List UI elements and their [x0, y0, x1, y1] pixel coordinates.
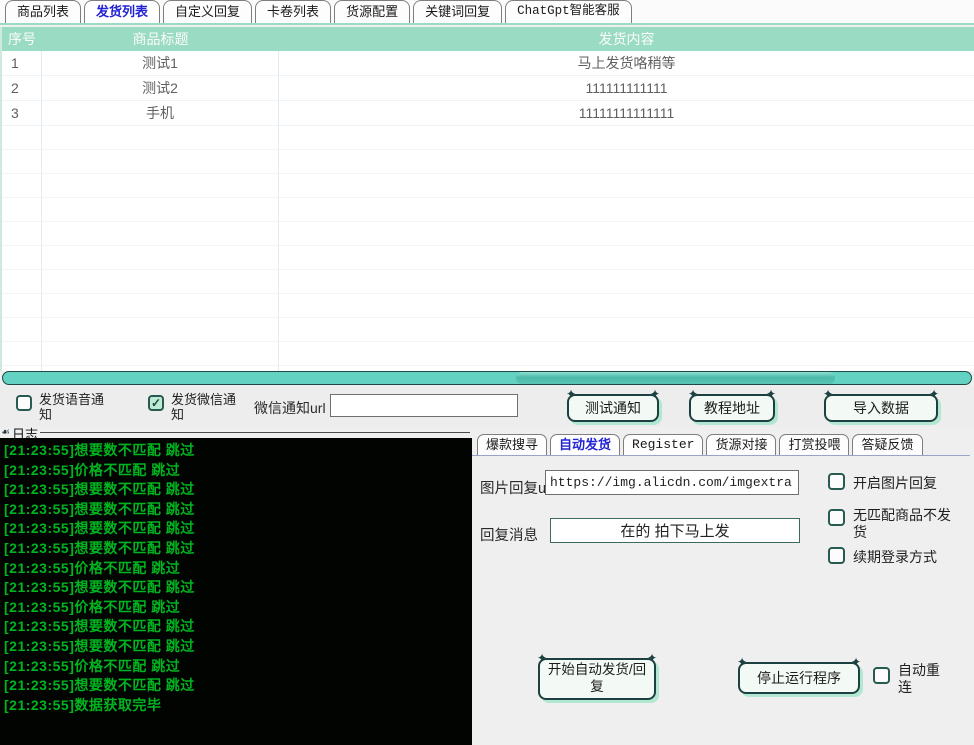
- cell-title: 手机: [42, 101, 279, 126]
- enable-image-reply-label: 开启图片回复: [853, 475, 937, 491]
- cell-index: 1: [2, 51, 42, 76]
- log-line: [21:23:55]想要数不匹配 跳过: [4, 539, 195, 556]
- cell-index: 3: [2, 101, 42, 126]
- table-empty-row: [2, 246, 974, 270]
- auto-ship-panel: 爆款搜寻 自动发货 Register 货源对接 打赏投喂 答疑反馈 图片回复ur…: [472, 427, 974, 745]
- log-line: [21:23:55]价格不匹配 跳过: [4, 657, 181, 674]
- table-empty-row: [2, 270, 974, 294]
- start-auto-ship-button[interactable]: 开始自动发货/回复: [537, 651, 657, 700]
- table-header-row: 序号 商品标题 发货内容: [2, 27, 974, 51]
- no-match-no-ship-label: 无匹配商品不发货: [853, 507, 951, 540]
- log-line: [21:23:55]价格不匹配 跳过: [4, 598, 181, 615]
- table-empty-row: [2, 294, 974, 318]
- cell-title: 测试1: [42, 51, 279, 76]
- table-empty-row: [2, 198, 974, 222]
- log-line: [21:23:55]想要数不匹配 跳过: [4, 677, 195, 694]
- log-line: [21:23:55]想要数不匹配 跳过: [4, 618, 195, 635]
- log-line: [21:23:55]想要数不匹配 跳过: [4, 442, 195, 458]
- tab-card-list[interactable]: 卡卷列表: [255, 0, 332, 23]
- tab-donate[interactable]: 打赏投喂: [779, 434, 850, 456]
- import-data-button[interactable]: 导入数据: [823, 387, 939, 422]
- voice-notify-label: 发货语音通知: [39, 392, 105, 423]
- table-empty-row: [2, 318, 974, 342]
- log-line: [21:23:55]价格不匹配 跳过: [4, 559, 181, 576]
- horizontal-scrollbar[interactable]: [2, 371, 972, 385]
- wechat-url-input[interactable]: [330, 394, 518, 417]
- table-row[interactable]: 2 测试2 111111111111: [2, 76, 974, 101]
- tab-supply-config[interactable]: 货源配置: [334, 0, 411, 23]
- log-line: [21:23:55]数据获取完毕: [4, 696, 162, 713]
- wechat-notify-checkbox[interactable]: ✓: [148, 395, 164, 411]
- reply-message-label: 回复消息: [480, 528, 538, 544]
- notify-toolbar: ✓ 发货语音通知 ✓ 发货微信通知 微信通知url 测试通知 教程地址 导入数据: [0, 386, 974, 427]
- tab-keyword-reply[interactable]: 关键词回复: [413, 0, 503, 23]
- shipping-table: 序号 商品标题 发货内容 1 测试1 马上发货咯稍等 2 测试2 1111111…: [0, 27, 974, 371]
- image-reply-url-input[interactable]: [545, 470, 799, 495]
- tab-custom-reply[interactable]: 自定义回复: [163, 0, 253, 23]
- table-header-index: 序号: [8, 31, 36, 47]
- tab-product-list[interactable]: 商品列表: [5, 0, 82, 23]
- wechat-notify-label: 发货微信通知: [171, 392, 237, 423]
- table-row[interactable]: 3 手机 11111111111111: [2, 101, 974, 126]
- tab-shipping-list[interactable]: 发货列表: [84, 0, 161, 23]
- scrollbar-thumb[interactable]: [516, 372, 836, 384]
- log-line: [21:23:55]想要数不匹配 跳过: [4, 520, 195, 537]
- voice-notify-checkbox[interactable]: ✓: [16, 395, 32, 411]
- table-empty-row: [2, 150, 974, 174]
- table-empty-row: [2, 342, 974, 366]
- cell-index: 2: [2, 76, 42, 101]
- log-line: [21:23:55]想要数不匹配 跳过: [4, 637, 195, 654]
- main-tab-bar: 商品列表 发货列表 自定义回复 卡卷列表 货源配置 关键词回复 ChatGpt智…: [0, 0, 974, 25]
- cell-title: 测试2: [42, 76, 279, 101]
- tab-hot-search[interactable]: 爆款搜寻: [477, 434, 548, 456]
- image-reply-url-label: 图片回复url: [480, 481, 555, 497]
- log-legend: ☙ 日志: [0, 424, 472, 442]
- log-decoration-icon: ☙: [1, 427, 10, 438]
- tab-chatgpt-service[interactable]: ChatGpt智能客服: [505, 0, 632, 23]
- wechat-url-label: 微信通知url: [254, 400, 326, 416]
- table-header-content: 发货内容: [598, 31, 655, 47]
- log-line: [21:23:55]想要数不匹配 跳过: [4, 579, 195, 596]
- tab-auto-ship[interactable]: 自动发货: [550, 434, 621, 456]
- log-line: [21:23:55]想要数不匹配 跳过: [4, 481, 195, 498]
- cell-content: 11111111111111: [279, 101, 974, 126]
- log-line: [21:23:55]想要数不匹配 跳过: [4, 500, 195, 517]
- tab-register[interactable]: Register: [623, 434, 704, 456]
- auto-reconnect-checkbox[interactable]: ✓: [873, 667, 890, 684]
- cell-content: 马上发货咯稍等: [279, 51, 974, 76]
- test-notify-button[interactable]: 测试通知: [566, 387, 660, 422]
- tutorial-button[interactable]: 教程地址: [688, 387, 776, 422]
- cell-content: 111111111111: [279, 76, 974, 101]
- tab-supply-dock[interactable]: 货源对接: [706, 434, 777, 456]
- renew-login-checkbox[interactable]: ✓: [828, 547, 845, 564]
- table-empty-row: [2, 222, 974, 246]
- stop-program-button[interactable]: 停止运行程序: [737, 655, 861, 694]
- tab-feedback[interactable]: 答疑反馈: [852, 434, 923, 456]
- panel-tab-divider: [472, 455, 970, 456]
- log-divider: [40, 432, 470, 433]
- log-terminal[interactable]: [21:23:55]想要数不匹配 跳过 [21:23:55]价格不匹配 跳过 […: [0, 438, 472, 745]
- table-header-title: 商品标题: [132, 31, 189, 47]
- no-match-no-ship-checkbox[interactable]: ✓: [828, 509, 845, 526]
- table-empty-row: [2, 126, 974, 150]
- renew-login-label: 续期登录方式: [853, 549, 937, 565]
- log-line: [21:23:55]价格不匹配 跳过: [4, 461, 181, 478]
- auto-reconnect-label: 自动重连: [898, 662, 940, 695]
- reply-message-input[interactable]: [550, 518, 800, 543]
- enable-image-reply-checkbox[interactable]: ✓: [828, 473, 845, 490]
- table-row[interactable]: 1 测试1 马上发货咯稍等: [2, 51, 974, 76]
- table-empty-row: [2, 174, 974, 198]
- panel-tab-bar: 爆款搜寻 自动发货 Register 货源对接 打赏投喂 答疑反馈: [477, 432, 974, 456]
- app-window: 商品列表 发货列表 自定义回复 卡卷列表 货源配置 关键词回复 ChatGpt智…: [0, 0, 974, 745]
